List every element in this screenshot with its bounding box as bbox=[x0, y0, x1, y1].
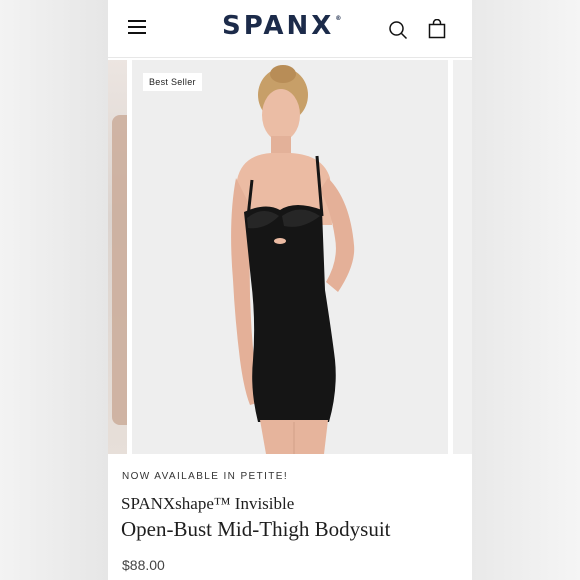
trademark-mark: ® bbox=[335, 15, 342, 23]
product-image-carousel[interactable]: Best Seller bbox=[108, 58, 472, 454]
mobile-page: SPANX® Best Seller NOW AVAILABLE IN PETI… bbox=[108, 0, 472, 580]
brand-logo-text: SPANX bbox=[222, 11, 335, 41]
hamburger-menu-icon[interactable] bbox=[128, 20, 146, 34]
site-header: SPANX® bbox=[108, 0, 472, 58]
product-title[interactable]: Open-Bust Mid-Thigh Bodysuit bbox=[121, 517, 391, 542]
previous-image-figure bbox=[112, 115, 127, 425]
shopping-bag-icon[interactable] bbox=[427, 19, 447, 39]
product-image[interactable]: Best Seller bbox=[132, 60, 448, 454]
model-photo bbox=[231, 65, 355, 454]
previous-product-image[interactable] bbox=[108, 60, 127, 454]
product-line: SPANXshape™ Invisible bbox=[121, 494, 295, 513]
next-product-image[interactable] bbox=[453, 60, 472, 454]
product-price: $88.00 bbox=[122, 557, 165, 573]
background-left bbox=[0, 0, 108, 580]
best-seller-badge: Best Seller bbox=[143, 73, 202, 91]
brand-logo[interactable]: SPANX® bbox=[222, 11, 341, 41]
availability-note: NOW AVAILABLE IN PETITE! bbox=[122, 471, 289, 482]
background-right bbox=[472, 0, 580, 580]
search-icon[interactable] bbox=[388, 20, 408, 40]
